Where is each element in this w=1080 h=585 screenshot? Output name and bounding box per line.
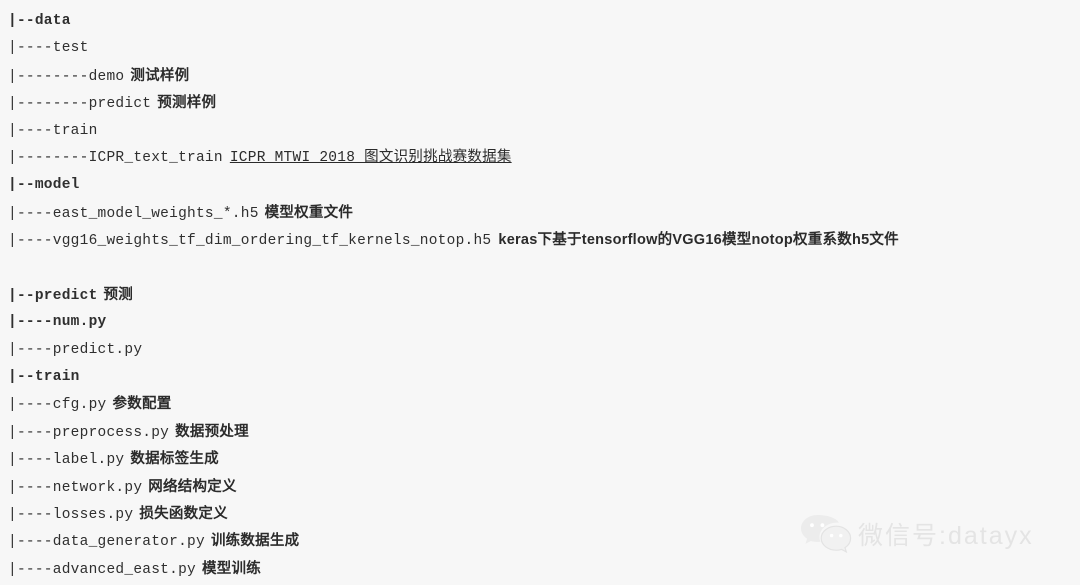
tree-line: |----losses.py 损失函数定义 [8,501,1072,528]
tree-note: 数据标签生成 [130,451,219,468]
tree-note: 测试样例 [130,67,190,84]
tree-line: |--------ICPR_text_train ICPR MTWI 2018 图… [8,145,1072,172]
tree-line: |----num.py [8,309,1072,336]
tree-path: |--train [8,369,80,386]
tree-note: keras下基于tensorflow的VGG16模型notop权重系数h5文件 [498,232,899,249]
tree-path: |--data [8,13,71,29]
tree-path: |--------predict [8,96,152,113]
tree-path: |--------demo [8,68,125,85]
tree-line: |----predict.py [8,337,1072,364]
tree-path: |----label.py [8,452,125,469]
tree-note: 网络结构定义 [148,478,237,495]
tree-line: |----east_model_weights_*.h5 模型权重文件 [8,200,1072,227]
tree-note: 训练数据生成 [210,533,300,550]
tree-note: 模型权重文件 [264,204,354,221]
tree-path: |----network.py [8,479,143,496]
tree-line: |--data [8,8,1072,35]
tree-line: |----vgg16_weights_tf_dim_ordering_tf_ke… [8,227,1072,254]
tree-line: |----advanced_east.py 模型训练 [8,556,1072,583]
tree-line: |----data_generator.py 训练数据生成 [8,528,1072,555]
tree-line: |----train [8,118,1072,145]
tree-note-link[interactable]: ICPR MTWI 2018 图文识别挑战赛数据集 [230,150,512,166]
tree-path: |----train [8,122,98,139]
tree-note: 数据预处理 [175,423,249,440]
tree-path: |--predict [8,287,98,304]
tree-path: |----num.py [8,314,107,331]
tree-line: |--train [8,364,1072,391]
tree-line: |--------predict 预测样例 [8,90,1072,117]
tree-note: 参数配置 [112,396,172,413]
tree-path: |----east_model_weights_*.h5 [8,205,259,222]
tree-path: |--model [8,177,80,194]
tree-line: |--------demo 测试样例 [8,63,1072,90]
tree-path: |----predict.py [8,341,143,358]
tree-line: |----cfg.py 参数配置 [8,391,1072,418]
tree-path: |----vgg16_weights_tf_dim_ordering_tf_ke… [8,233,492,250]
tree-note: 预测样例 [157,95,217,112]
tree-path: |----data_generator.py [8,534,205,551]
tree-path: |----test [8,40,89,57]
tree-line: |----network.py 网络结构定义 [8,474,1072,501]
tree-note: 预测 [103,286,134,303]
page-root: { "page": { "background_color": "#f7f7f7… [0,0,1080,585]
tree-path: |----advanced_east.py [8,561,196,578]
tree-path: |----cfg.py [8,397,107,414]
tree-note: 模型训练 [201,560,261,577]
directory-tree: |--data |----test |--------demo 测试样例 |------… [8,8,1072,583]
tree-line: |----preprocess.py 数据预处理 [8,419,1072,446]
tree-line: |--model [8,172,1072,199]
tree-line: |--predict 预测 [8,282,1072,309]
tree-path: |--------ICPR_text_train [8,149,223,166]
tree-note: 损失函数定义 [139,506,228,523]
tree-line: |----test [8,35,1072,62]
tree-path: |----preprocess.py [8,424,170,441]
tree-path: |----losses.py [8,507,134,524]
tree-line: |----label.py 数据标签生成 [8,446,1072,473]
